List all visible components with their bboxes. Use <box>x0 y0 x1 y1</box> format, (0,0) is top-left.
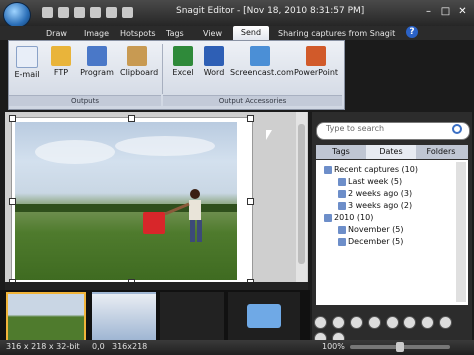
canvas-bottom-strip <box>5 282 308 290</box>
resize-handle-tl[interactable] <box>9 115 16 122</box>
thumbnail-photo[interactable] <box>6 292 86 342</box>
calendar-icon <box>338 177 346 186</box>
quick-access-icon[interactable] <box>106 7 117 18</box>
calendar-icon <box>338 225 346 234</box>
status-coords: 0,0 <box>92 342 105 351</box>
program-icon <box>87 46 107 66</box>
tree-item-recent[interactable]: Recent captures (10) <box>316 164 468 176</box>
tab-hotspots[interactable]: Hotspots <box>120 27 156 40</box>
tree-item-december[interactable]: December (5) <box>316 236 468 248</box>
ftp-icon <box>51 46 71 66</box>
tree-item-2-weeks[interactable]: 2 weeks ago (3) <box>316 188 468 200</box>
resize-handle-tr[interactable] <box>247 115 254 122</box>
word-icon <box>204 46 224 66</box>
program-label: Program <box>80 68 114 77</box>
thumbnail-screenshot[interactable] <box>92 292 156 342</box>
excel-icon <box>173 46 193 66</box>
email-label: E-mail <box>14 70 40 79</box>
snagit-orb-button[interactable] <box>3 2 31 28</box>
screencast-label: Screencast.com <box>230 68 294 77</box>
email-icon <box>16 46 38 68</box>
status-size: 316x218 <box>112 342 148 351</box>
thumbnail-empty[interactable] <box>160 292 224 342</box>
minimize-icon[interactable]: – <box>420 4 437 19</box>
accessories-group-label: Output Accessories <box>163 95 342 106</box>
help-icon[interactable]: ? <box>406 26 418 38</box>
calendar-icon <box>338 237 346 246</box>
clipboard-icon <box>127 46 147 66</box>
clipboard-label: Clipboard <box>120 68 159 77</box>
ribbon-group-separator <box>162 44 163 94</box>
status-dimensions: 316 x 218 x 32-bit <box>6 342 80 351</box>
excel-button[interactable]: Excel <box>166 46 200 77</box>
window-title: Snagit Editor - [Nov 18, 2010 8:31:57 PM… <box>176 6 365 16</box>
search-placeholder: Type to search <box>326 124 385 133</box>
calendar-icon <box>338 189 346 198</box>
screencast-icon <box>250 46 270 66</box>
ftp-label: FTP <box>53 68 69 77</box>
ftp-button[interactable]: FTP <box>44 46 78 77</box>
canvas-scroll-thumb[interactable] <box>298 124 305 264</box>
tag-icon[interactable] <box>331 316 345 329</box>
tree-scrollbar[interactable] <box>456 162 466 302</box>
zoom-label: 100% <box>322 342 345 351</box>
tab-sharing[interactable]: Sharing captures from Snagit <box>278 27 395 40</box>
powerpoint-icon <box>306 46 326 66</box>
thumbnail-folder[interactable] <box>228 292 300 342</box>
tree-item-3-weeks[interactable]: 3 weeks ago (2) <box>316 200 468 212</box>
tag-icon[interactable] <box>439 316 453 329</box>
tag-icon[interactable] <box>367 316 381 329</box>
photo-scene <box>15 136 237 242</box>
folder-icon <box>247 304 281 328</box>
print-icon[interactable] <box>58 7 69 18</box>
tag-icon[interactable] <box>403 316 417 329</box>
tree-item-2010[interactable]: 2010 (10) <box>316 212 468 224</box>
email-button[interactable]: E-mail <box>10 46 44 79</box>
powerpoint-button[interactable]: PowerPoint <box>290 46 342 77</box>
accessories-group-label-box: Output Accessories <box>163 95 342 106</box>
search-icon[interactable] <box>452 124 462 134</box>
calendar-icon <box>338 201 346 210</box>
recent-icon <box>324 165 332 174</box>
captured-photo[interactable] <box>15 122 237 280</box>
excel-label: Excel <box>172 68 194 77</box>
tag-icon[interactable] <box>314 316 327 329</box>
tab-tags[interactable]: Tags <box>166 27 184 40</box>
tag-icon[interactable] <box>349 316 363 329</box>
tab-image[interactable]: Image <box>84 27 109 40</box>
tag-icon[interactable] <box>421 316 435 329</box>
tab-draw[interactable]: Draw <box>46 27 67 40</box>
resize-handle-r[interactable] <box>247 198 254 205</box>
maximize-icon[interactable]: □ <box>437 4 454 19</box>
outputs-group-label-box: Outputs <box>9 95 161 106</box>
tag-icon[interactable] <box>385 316 399 329</box>
clipboard-button[interactable]: Clipboard <box>120 46 158 77</box>
mouse-cursor-icon <box>266 130 278 140</box>
close-icon[interactable]: ✕ <box>454 4 471 19</box>
powerpoint-label: PowerPoint <box>293 68 339 77</box>
zoom-slider-thumb[interactable] <box>396 342 404 352</box>
date-tree: Recent captures (10) Last week (5) 2 wee… <box>316 160 468 305</box>
word-button[interactable]: Word <box>197 46 231 77</box>
tab-library-dates[interactable]: Dates <box>366 145 416 159</box>
outputs-group-label: Outputs <box>9 95 161 106</box>
screencast-button[interactable]: Screencast.com <box>230 46 294 77</box>
resize-handle-l[interactable] <box>9 198 16 205</box>
program-button[interactable]: Program <box>80 46 114 77</box>
undo-icon[interactable] <box>74 7 85 18</box>
tab-view[interactable]: View <box>203 27 222 40</box>
quick-tag-bar <box>314 316 470 345</box>
tab-library-tags[interactable]: Tags <box>316 145 366 159</box>
resize-handle-t[interactable] <box>128 115 135 122</box>
tab-library-folders[interactable]: Folders <box>416 145 466 159</box>
save-icon[interactable] <box>42 7 53 18</box>
tree-item-last-week[interactable]: Last week (5) <box>316 176 468 188</box>
word-label: Word <box>203 68 225 77</box>
tab-send[interactable]: Send <box>233 26 269 40</box>
redo-icon[interactable] <box>90 7 101 18</box>
customize-icon[interactable] <box>122 7 133 18</box>
tree-item-november[interactable]: November (5) <box>316 224 468 236</box>
year-icon <box>324 213 332 222</box>
